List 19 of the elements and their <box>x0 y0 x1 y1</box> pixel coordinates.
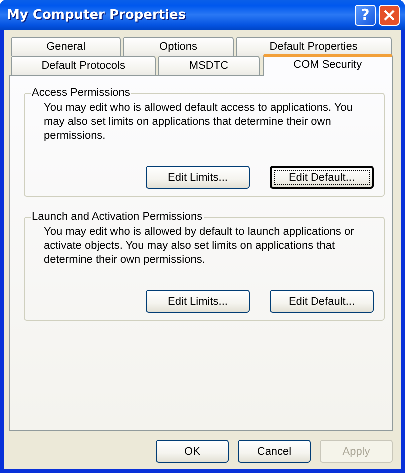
tab[interactable]: MSDTC <box>158 56 260 75</box>
group-title: Access Permissions <box>31 87 132 99</box>
help-button[interactable]: ? <box>355 4 376 26</box>
tab[interactable]: Options <box>123 37 234 56</box>
group-description: You may edit who is allowed by default to launch applications or activate objects. You may also set limits on applications that determine their own permissions. <box>44 225 356 267</box>
close-button[interactable] <box>379 4 400 26</box>
group-description: You may edit who is allowed default access to applications. You may also set limits on applications that determine their own permissions. <box>44 101 354 143</box>
edit-limits-button[interactable]: Edit Limits... <box>146 290 250 313</box>
ok-button[interactable]: OK <box>156 440 229 463</box>
tab[interactable]: Default Protocols <box>11 56 156 75</box>
tab[interactable]: COM Security <box>262 54 394 76</box>
edit-default-button[interactable]: Edit Default... <box>270 290 374 313</box>
window-title: My Computer Properties <box>7 8 188 22</box>
tab[interactable]: Default Properties <box>236 37 392 56</box>
cancel-button[interactable]: Cancel <box>238 440 311 463</box>
tab[interactable]: General <box>11 37 122 56</box>
edit-default-button[interactable]: Edit Default... <box>270 166 374 189</box>
group-title: Launch and Activation Permissions <box>31 211 204 223</box>
edit-limits-button[interactable]: Edit Limits... <box>146 166 250 189</box>
